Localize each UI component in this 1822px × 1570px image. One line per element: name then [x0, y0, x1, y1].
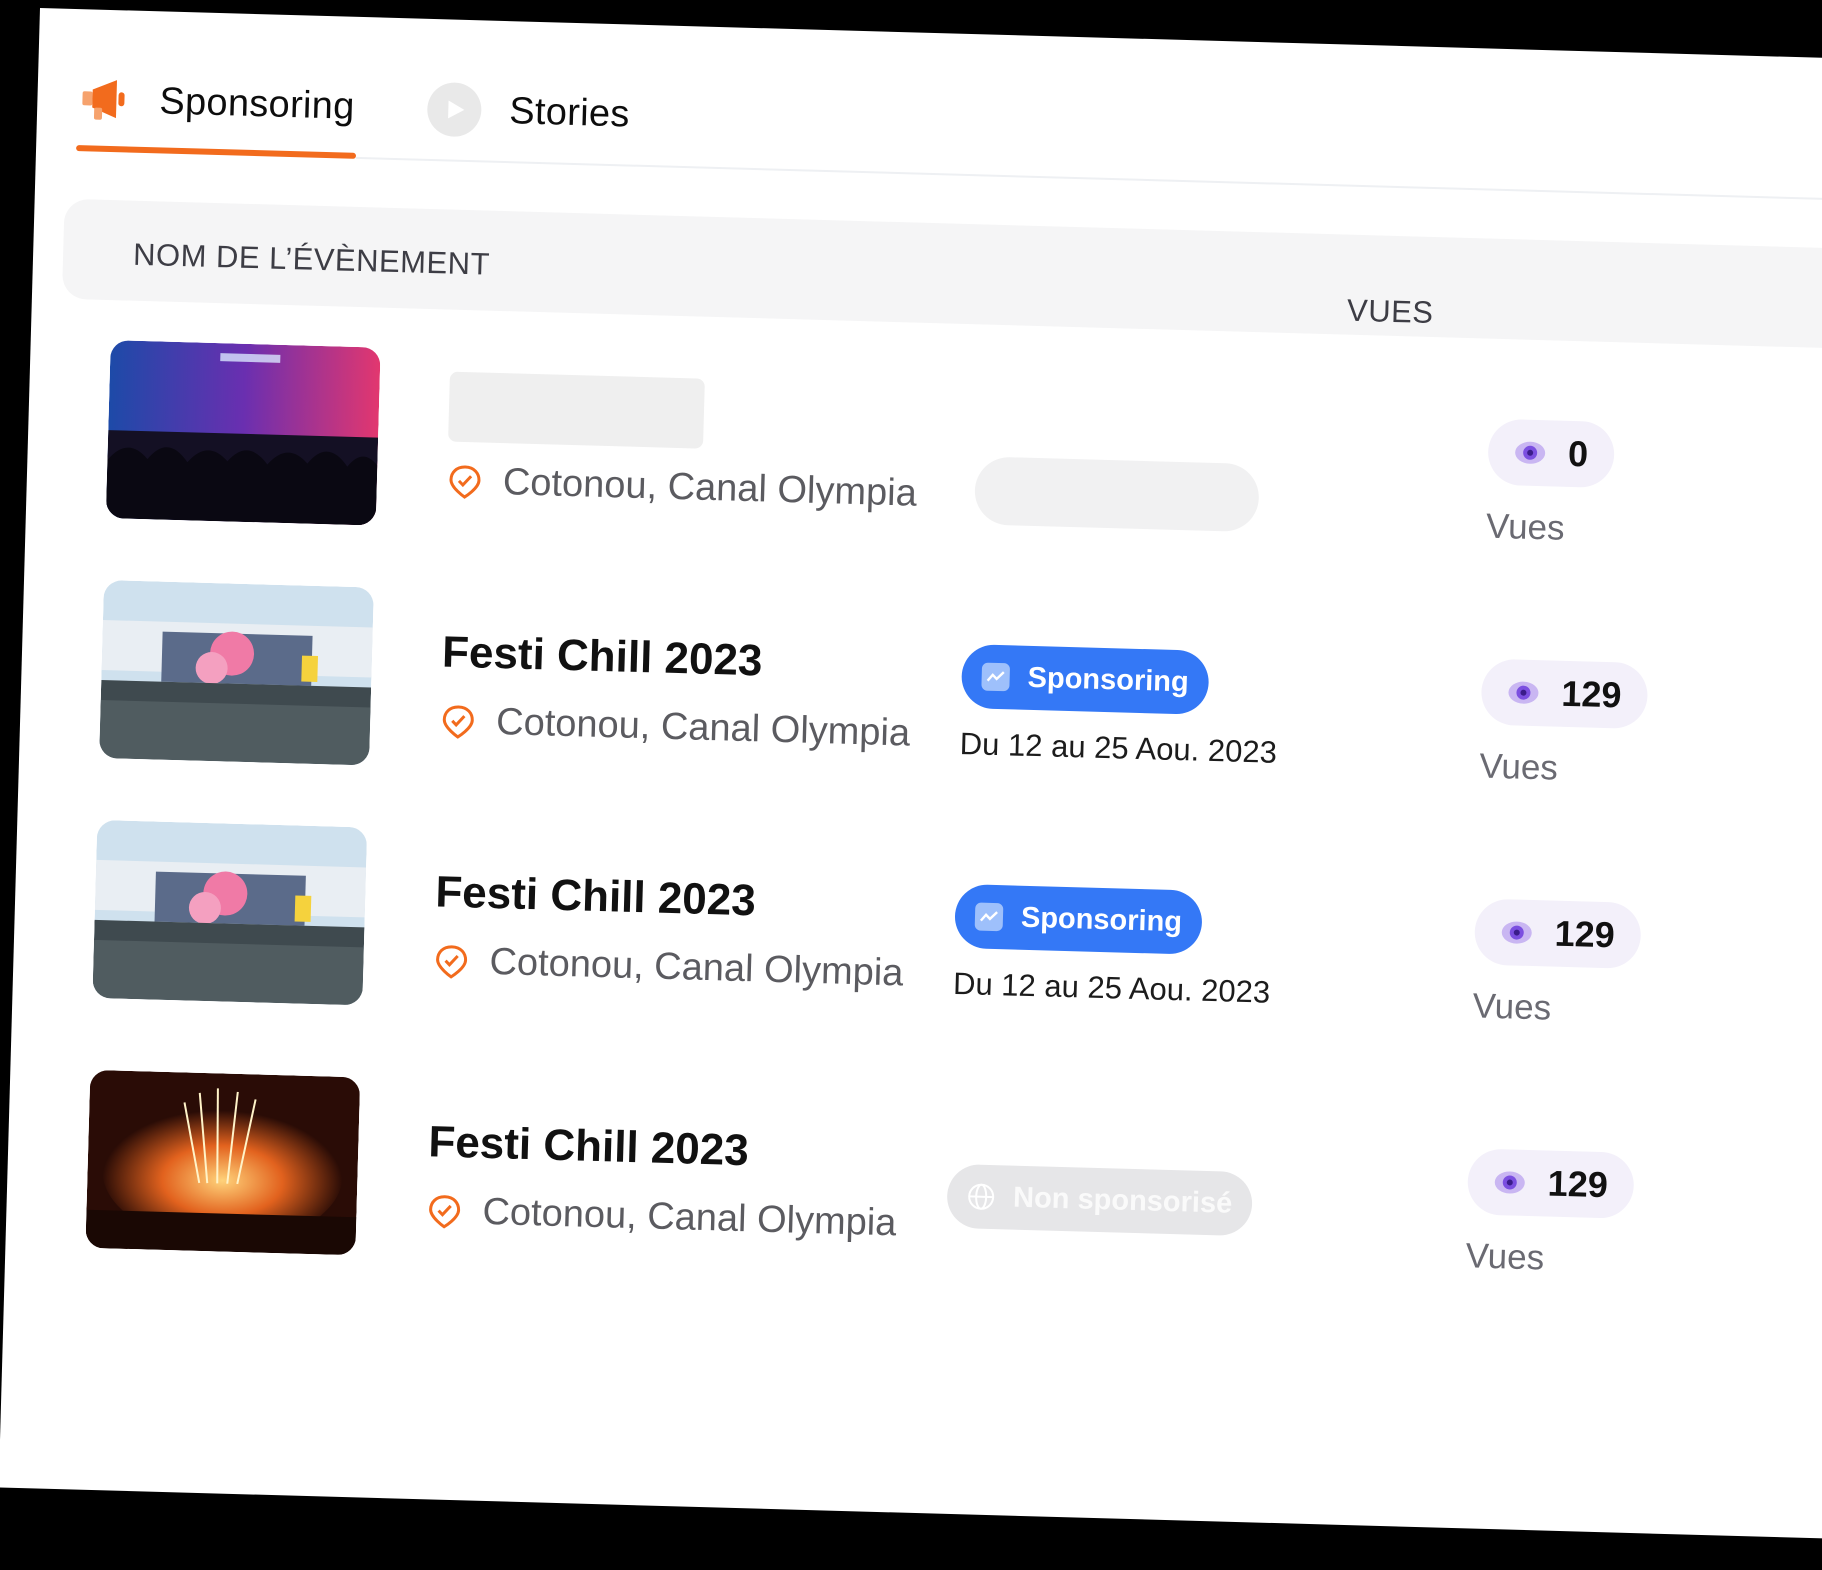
- views-label: Vues: [1472, 986, 1552, 1028]
- location-pin-icon: [426, 1193, 463, 1230]
- views-pill: 129: [1473, 898, 1642, 970]
- views-label: Vues: [1485, 506, 1566, 548]
- status-placeholder: [973, 456, 1260, 533]
- eye-icon: [1514, 436, 1547, 469]
- event-location: Cotonou, Canal Olympia: [426, 1189, 897, 1245]
- event-thumbnail[interactable]: [105, 340, 381, 526]
- event-location: Cotonou, Canal Olympia: [440, 699, 911, 755]
- views-label: Vues: [1478, 746, 1559, 788]
- status-cell: Sponsoring Du 12 au 25 Aou. 2023: [952, 883, 1273, 1011]
- views-cell: 129 Vues: [1472, 898, 1642, 1031]
- location-pin-icon: [433, 943, 470, 980]
- table-row[interactable]: Festi Chill 2023 Cotonou, Canal Olympia …: [85, 1069, 1822, 1299]
- column-header-name: NOM DE L’ÉVÈNEMENT: [132, 236, 491, 282]
- megaphone-icon: [77, 72, 132, 127]
- badge-label: Non sponsorisé: [1012, 1181, 1233, 1220]
- table-header: NOM DE L’ÉVÈNEMENT VUES: [61, 198, 1822, 351]
- event-location-text: Cotonou, Canal Olympia: [495, 701, 911, 755]
- views-count: 129: [1547, 1162, 1609, 1206]
- column-header-views: VUES: [1346, 292, 1434, 331]
- sponsoring-dates: Du 12 au 25 Aou. 2023: [959, 725, 1278, 770]
- sponsoring-badge[interactable]: Sponsoring: [954, 883, 1203, 955]
- event-title-placeholder: [448, 371, 705, 449]
- event-location: Cotonou, Canal Olympia: [446, 460, 917, 516]
- views-count: 129: [1560, 672, 1623, 716]
- globe-icon: [967, 1182, 996, 1211]
- views-count: 129: [1554, 912, 1616, 956]
- location-pin-icon: [446, 463, 483, 500]
- views-cell: 129 Vues: [1478, 658, 1649, 792]
- event-thumbnail[interactable]: [99, 580, 374, 766]
- table-row[interactable]: Cotonou, Canal Olympia 0 Vues: [105, 340, 1822, 569]
- event-location: Cotonou, Canal Olympia: [433, 939, 904, 995]
- event-location-text: Cotonou, Canal Olympia: [502, 461, 918, 515]
- eye-icon: [1493, 1166, 1526, 1199]
- tab-stories-label: Stories: [508, 89, 631, 135]
- tab-divider: [355, 156, 1822, 203]
- trend-icon: [981, 662, 1011, 692]
- views-pill: 129: [1480, 658, 1649, 730]
- tab-bar: Sponsoring Stories: [76, 49, 1822, 203]
- views-cell: 129 Vues: [1465, 1148, 1635, 1281]
- play-circle-icon: [426, 81, 483, 138]
- events-panel: Sponsoring Stories NOM DE L’ÉVÈNEMENT VU…: [0, 8, 1822, 1540]
- eye-icon: [1507, 676, 1540, 709]
- status-cell: Non sponsorisé: [946, 1163, 1254, 1237]
- event-location-text: Cotonou, Canal Olympia: [481, 1190, 897, 1245]
- tab-sponsoring[interactable]: Sponsoring: [76, 49, 356, 157]
- table-row[interactable]: Festi Chill 2023 Cotonou, Canal Olympia …: [92, 819, 1822, 1049]
- tab-stories[interactable]: Stories: [426, 59, 631, 165]
- trend-icon: [974, 902, 1004, 932]
- event-location-text: Cotonou, Canal Olympia: [488, 940, 904, 995]
- badge-label: Sponsoring: [1020, 901, 1183, 938]
- views-label: Vues: [1465, 1236, 1545, 1278]
- location-pin-icon: [440, 703, 477, 740]
- status-cell: Sponsoring Du 12 au 25 Aou. 2023: [959, 644, 1279, 771]
- event-title: Festi Chill 2023: [441, 627, 764, 686]
- non-sponsored-badge[interactable]: Non sponsorisé: [946, 1163, 1254, 1237]
- views-pill: 129: [1466, 1148, 1635, 1219]
- eye-icon: [1500, 916, 1533, 949]
- tab-sponsoring-label: Sponsoring: [158, 79, 356, 128]
- badge-label: Sponsoring: [1027, 661, 1190, 698]
- sponsoring-badge[interactable]: Sponsoring: [960, 644, 1210, 715]
- event-title: Festi Chill 2023: [427, 1117, 750, 1176]
- event-thumbnail[interactable]: [85, 1069, 361, 1256]
- table-row[interactable]: Festi Chill 2023 Cotonou, Canal Olympia …: [99, 580, 1822, 809]
- sponsoring-dates: Du 12 au 25 Aou. 2023: [952, 965, 1271, 1010]
- event-title: Festi Chill 2023: [434, 867, 757, 926]
- views-cell: 0 Vues: [1485, 418, 1616, 550]
- views-pill: 0: [1487, 418, 1616, 489]
- views-count: 0: [1567, 432, 1589, 475]
- event-thumbnail[interactable]: [92, 819, 368, 1006]
